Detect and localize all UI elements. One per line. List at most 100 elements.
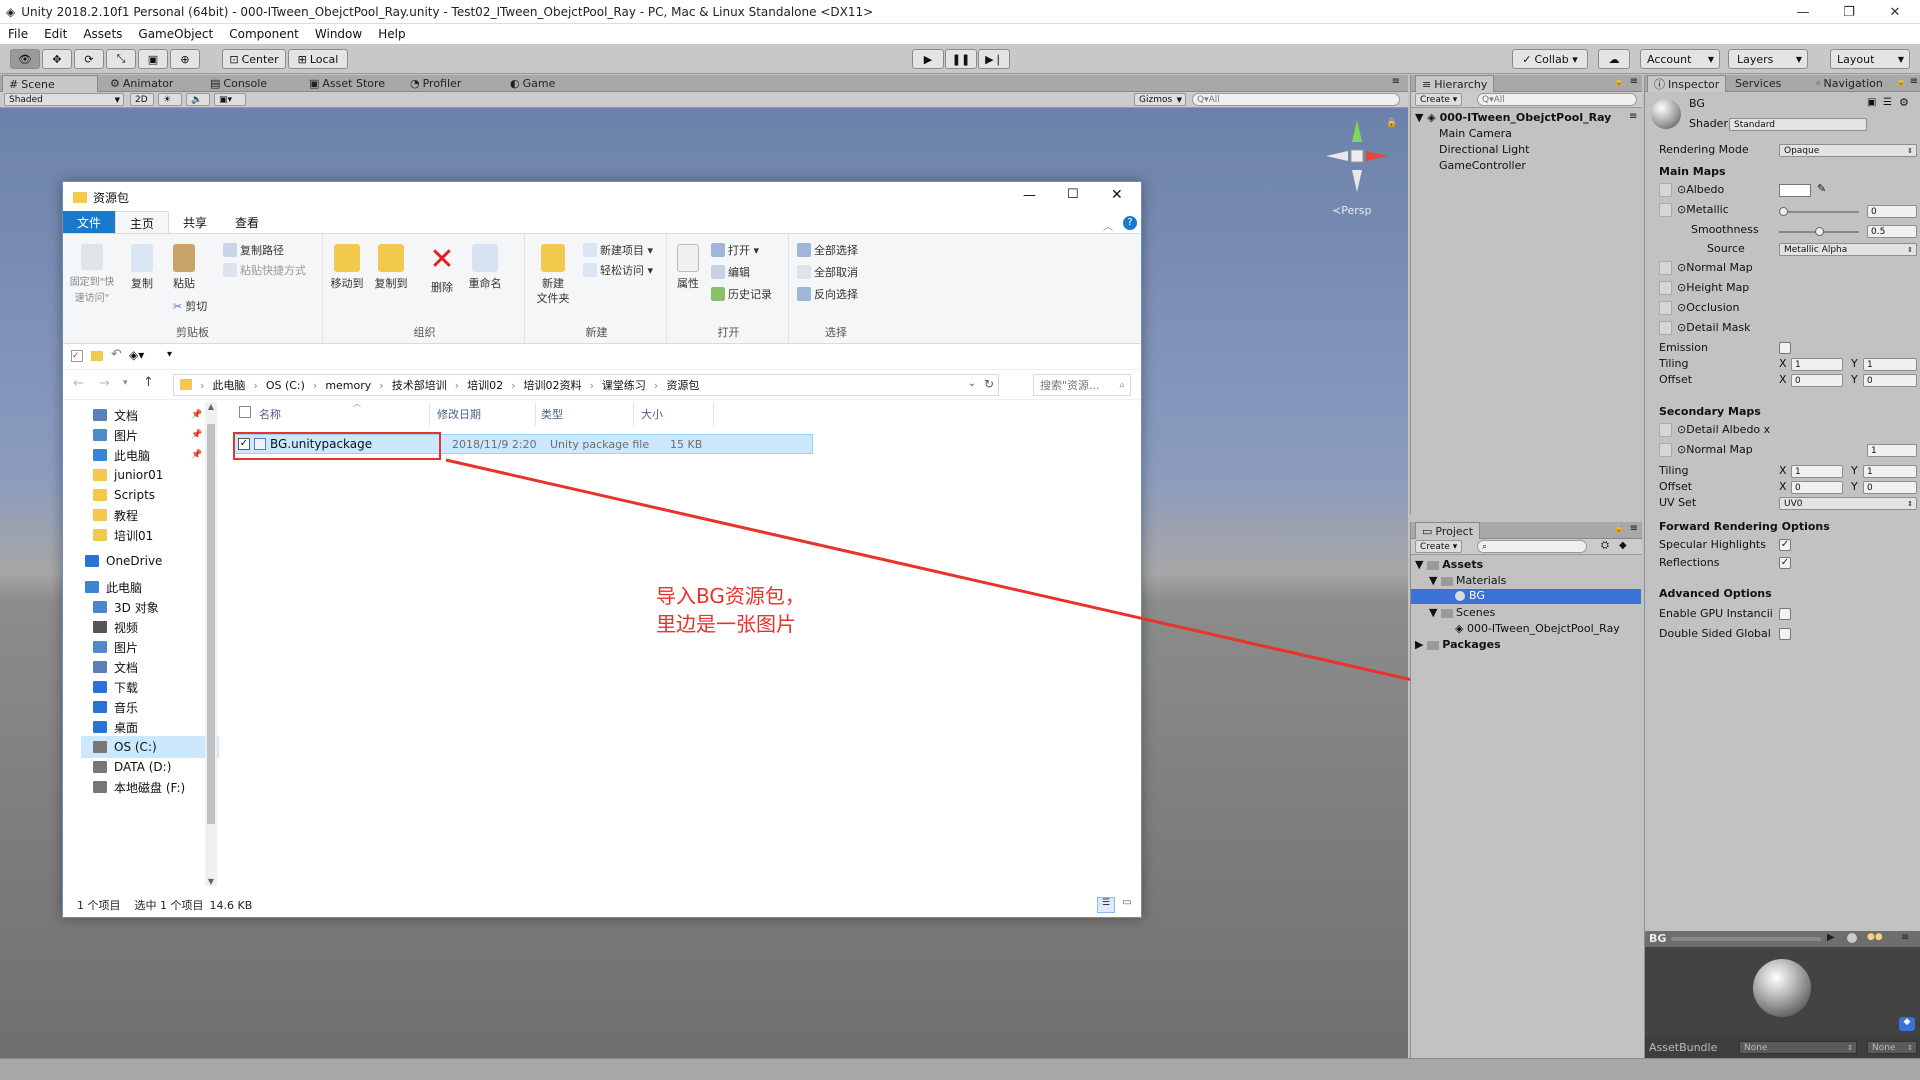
tab-share[interactable]: 共享 xyxy=(169,211,221,233)
tab-hierarchy[interactable]: ≡ Hierarchy xyxy=(1415,75,1495,92)
nav-item[interactable]: 文档 📌 xyxy=(93,404,202,426)
pin-button[interactable]: 固定到"快速访问" xyxy=(69,244,115,306)
detail-albedo-slot[interactable] xyxy=(1659,423,1672,437)
tab-file[interactable]: 文件 xyxy=(63,211,116,233)
hierarchy-item[interactable]: GameController xyxy=(1439,159,1526,172)
hierarchy-item[interactable]: Directional Light xyxy=(1439,143,1529,156)
maximize-button[interactable]: ☐ xyxy=(1067,187,1079,202)
panel-menu-icon[interactable]: ≡ xyxy=(1392,76,1400,87)
project-search-input[interactable]: ⌕ xyxy=(1477,540,1587,553)
lighting-toggle[interactable]: ☀ xyxy=(158,93,182,106)
nav-item[interactable]: 视频 xyxy=(93,616,138,638)
project-create-dropdown[interactable]: Create ▾ xyxy=(1415,540,1463,553)
double-sided-checkbox[interactable] xyxy=(1779,628,1791,640)
panel-menu-icon[interactable]: ≡ xyxy=(1901,932,1909,943)
nav-item[interactable]: 音乐 xyxy=(93,696,138,718)
project-packages-row[interactable]: ▶ Packages xyxy=(1415,638,1501,651)
filter-type-icon[interactable]: ⛭ xyxy=(1601,540,1609,551)
breadcrumb-item[interactable]: 培训02资料 xyxy=(524,377,582,393)
hierarchy-scene-row[interactable]: ▼ ◈ 000-ITween_ObejctPool_Ray xyxy=(1415,111,1611,124)
menu-component[interactable]: Component xyxy=(221,27,307,41)
nav-item[interactable]: OS (C:) xyxy=(81,736,219,758)
panel-menu-icon[interactable]: ≡ xyxy=(1630,76,1638,87)
scroll-down-icon[interactable]: ▼ xyxy=(205,877,217,886)
detail-mask-slot[interactable] xyxy=(1659,321,1672,335)
project-scene-file-row[interactable]: ◈ 000-ITween_ObejctPool_Ray xyxy=(1455,622,1620,635)
pin-icon[interactable]: 📌 xyxy=(191,450,202,460)
gizmos-dropdown[interactable]: Gizmos ▼ xyxy=(1134,93,1186,106)
panel-menu-icon[interactable]: ≡ xyxy=(1910,76,1918,87)
help-icon[interactable]: ? xyxy=(1123,216,1137,230)
tab-game[interactable]: ◐ Game xyxy=(504,75,561,92)
offset-y-field[interactable]: 0 xyxy=(1863,374,1917,387)
tab-scene[interactable]: # Scene xyxy=(2,75,98,92)
sphere-icon[interactable] xyxy=(1847,933,1857,943)
select-none-button[interactable]: 全部取消 xyxy=(797,264,858,280)
project-materials-row[interactable]: ▼ Materials xyxy=(1429,574,1506,587)
undo-icon[interactable]: ↶ xyxy=(111,347,122,362)
move-to-button[interactable]: 移动到 xyxy=(327,244,367,291)
nav-item[interactable]: 培训01 xyxy=(93,524,153,546)
rotate-tool-icon[interactable]: ⟳ xyxy=(74,49,104,69)
recent-chevron-icon[interactable]: ▾ xyxy=(123,378,128,388)
nav-item[interactable]: DATA (D:) xyxy=(93,756,171,778)
height-map-slot[interactable] xyxy=(1659,281,1672,295)
tab-navigation[interactable]: ◦ Navigation xyxy=(1809,75,1889,92)
hand-tool-icon[interactable]: 👁 xyxy=(10,49,40,69)
scroll-thumb[interactable] xyxy=(207,424,215,824)
scroll-up-icon[interactable]: ▲ xyxy=(205,402,217,411)
breadcrumb-item[interactable]: 培训02 xyxy=(467,377,503,393)
panel-menu-icon[interactable]: ≡ xyxy=(1630,523,1638,534)
hierarchy-item[interactable]: Main Camera xyxy=(1439,127,1512,140)
offset-x-field[interactable]: 0 xyxy=(1791,374,1843,387)
breadcrumb-item[interactable]: 课堂练习 xyxy=(602,377,646,393)
shading-dropdown[interactable]: Shaded ▼ xyxy=(4,93,124,106)
tiling-x-field[interactable]: 1 xyxy=(1791,358,1843,371)
normal-map-slot[interactable] xyxy=(1659,261,1672,275)
filter-label-icon[interactable]: ◆ xyxy=(1619,540,1627,551)
close-button[interactable]: ✕ xyxy=(1111,187,1123,203)
sec-offset-x-field[interactable]: 0 xyxy=(1791,481,1843,494)
tab-project[interactable]: ▭ Project xyxy=(1415,522,1481,539)
menu-assets[interactable]: Assets xyxy=(75,27,130,41)
pivot-toggle[interactable]: ⊡ Center xyxy=(222,49,286,69)
preview-drag-bar[interactable] xyxy=(1671,937,1821,941)
column-type[interactable]: 类型 xyxy=(541,406,563,422)
rect-tool-icon[interactable]: ▣ xyxy=(138,49,168,69)
source-dropdown[interactable]: Metallic Alpha ⇕ xyxy=(1779,243,1917,256)
nav-item[interactable]: Scripts xyxy=(93,484,155,506)
forward-arrow-icon[interactable]: → xyxy=(99,376,110,391)
menu-gameobject[interactable]: GameObject xyxy=(130,27,221,41)
nav-item[interactable]: 3D 对象 xyxy=(93,596,159,618)
pause-button[interactable]: ❚❚ xyxy=(945,49,977,69)
copy-path-button[interactable]: 复制路径 xyxy=(223,242,284,258)
normal-map2-slot[interactable] xyxy=(1659,443,1672,457)
breadcrumb-item[interactable]: memory xyxy=(325,379,371,392)
thumbnail-view-icon[interactable]: ▭ xyxy=(1119,897,1135,913)
back-arrow-icon[interactable]: ← xyxy=(73,376,84,391)
column-size[interactable]: 大小 xyxy=(641,406,663,422)
paste-button[interactable]: 粘贴 xyxy=(167,244,201,291)
refresh-icon[interactable]: ↻ xyxy=(984,377,994,391)
gear-icon[interactable]: ⚙ xyxy=(1899,96,1909,109)
column-name[interactable]: 名称 xyxy=(259,406,281,422)
tiling-y-field[interactable]: 1 xyxy=(1863,358,1917,371)
lock-icon[interactable]: 🔒 xyxy=(1614,524,1624,533)
cloud-button[interactable]: ☁ xyxy=(1598,49,1630,69)
tab-asset-store[interactable]: ▣ Asset Store xyxy=(303,75,391,92)
tab-view[interactable]: 查看 xyxy=(221,211,273,233)
copy-to-button[interactable]: 复制到 xyxy=(371,244,411,291)
tab-home[interactable]: 主页 xyxy=(115,211,170,233)
hierarchy-search-input[interactable]: Q▾All xyxy=(1477,93,1637,106)
rendering-mode-dropdown[interactable]: Opaque ⇕ xyxy=(1779,144,1917,157)
project-assets-row[interactable]: ▼ Assets xyxy=(1415,558,1483,571)
chevron-up-icon[interactable]: ︿ xyxy=(1103,218,1113,233)
select-all-checkbox[interactable] xyxy=(239,406,251,418)
sec-tiling-x-field[interactable]: 1 xyxy=(1791,465,1843,478)
details-view-icon[interactable]: ☰ xyxy=(1097,897,1115,913)
reflections-checkbox[interactable]: ✓ xyxy=(1779,557,1791,569)
nav-item[interactable]: 此电脑 📌 xyxy=(93,444,202,466)
shader-dropdown[interactable]: Standard xyxy=(1729,118,1867,131)
emission-checkbox[interactable] xyxy=(1779,342,1791,354)
panel-menu-icon[interactable]: ≡ xyxy=(1629,111,1637,122)
